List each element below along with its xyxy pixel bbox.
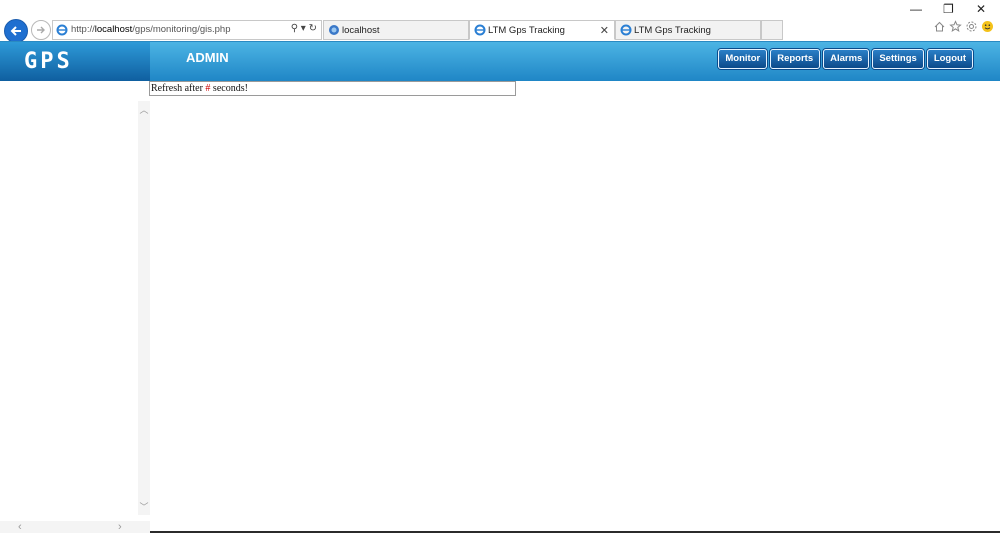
settings-button[interactable]: Settings	[872, 49, 924, 69]
ie-page-icon	[474, 24, 486, 36]
favorites-star-icon[interactable]	[949, 20, 962, 33]
tab-label: LTM Gps Tracking	[488, 25, 565, 36]
restore-button[interactable]: ❐	[943, 2, 954, 16]
new-tab-button[interactable]	[761, 20, 783, 40]
tab-label: LTM Gps Tracking	[634, 25, 711, 36]
ie-page-icon	[56, 24, 68, 36]
scroll-right-icon[interactable]: ›	[118, 521, 122, 533]
home-icon[interactable]	[933, 20, 946, 33]
gps-logo[interactable]: GPS	[24, 49, 73, 74]
address-bar[interactable]: http://localhost/gps/monitoring/gis.php …	[52, 20, 322, 40]
forward-arrow-icon	[37, 26, 45, 34]
logout-button[interactable]: Logout	[926, 49, 973, 69]
close-tab-icon[interactable]: ✕	[600, 24, 609, 37]
scroll-left-icon[interactable]: ‹	[18, 521, 22, 533]
url-text: http://localhost/gps/monitoring/gis.php	[71, 24, 231, 35]
monitor-button[interactable]: Monitor	[718, 49, 768, 69]
scroll-down-icon[interactable]: ﹀	[138, 500, 150, 513]
logo-block: GPS	[0, 42, 150, 81]
refresh-suffix: seconds!	[210, 83, 248, 94]
ie-page-icon	[620, 24, 632, 36]
sidebar-vertical-scrollbar[interactable]: ︿ ﹀	[138, 101, 150, 515]
dropdown-arrow-icon[interactable]: ▾	[301, 23, 306, 34]
sidebar-horizontal-scrollbar[interactable]: ‹ ›	[0, 521, 150, 533]
forward-button[interactable]	[31, 20, 51, 40]
search-icon[interactable]: ⚲	[291, 23, 298, 34]
close-window-button[interactable]: ✕	[976, 2, 986, 16]
browser-chrome: http://localhost/gps/monitoring/gis.php …	[0, 0, 1000, 43]
user-role-label: ADMIN	[186, 50, 229, 65]
refresh-icon[interactable]: ↻	[309, 23, 317, 34]
main-nav: Monitor Reports Alarms Settings Logout	[718, 49, 973, 69]
reports-button[interactable]: Reports	[770, 49, 821, 69]
app-header: GPS ADMIN Monitor Reports Alarms Setting…	[0, 41, 1000, 81]
back-arrow-icon	[10, 26, 21, 36]
alarms-button[interactable]: Alarms	[823, 49, 870, 69]
browser-toolbar	[933, 20, 994, 33]
tab-ltm-gps-tracking[interactable]: LTM Gps Tracking	[615, 20, 761, 40]
map-area[interactable]	[150, 97, 1000, 533]
tab-ltm-gps-tracking-active[interactable]: LTM Gps Tracking ✕	[469, 20, 615, 40]
minimize-button[interactable]: —	[910, 2, 922, 16]
back-button[interactable]	[4, 19, 28, 43]
tab-label: localhost	[342, 25, 380, 36]
refresh-notice: Refresh after # seconds!	[149, 81, 516, 96]
sidebar-panel	[0, 81, 138, 533]
smiley-feedback-icon[interactable]	[981, 20, 994, 33]
tab-localhost[interactable]: localhost	[323, 20, 469, 40]
globe-icon	[329, 25, 339, 35]
refresh-prefix: Refresh after	[151, 83, 206, 94]
settings-gear-icon[interactable]	[965, 20, 978, 33]
scroll-up-icon[interactable]: ︿	[138, 103, 150, 116]
